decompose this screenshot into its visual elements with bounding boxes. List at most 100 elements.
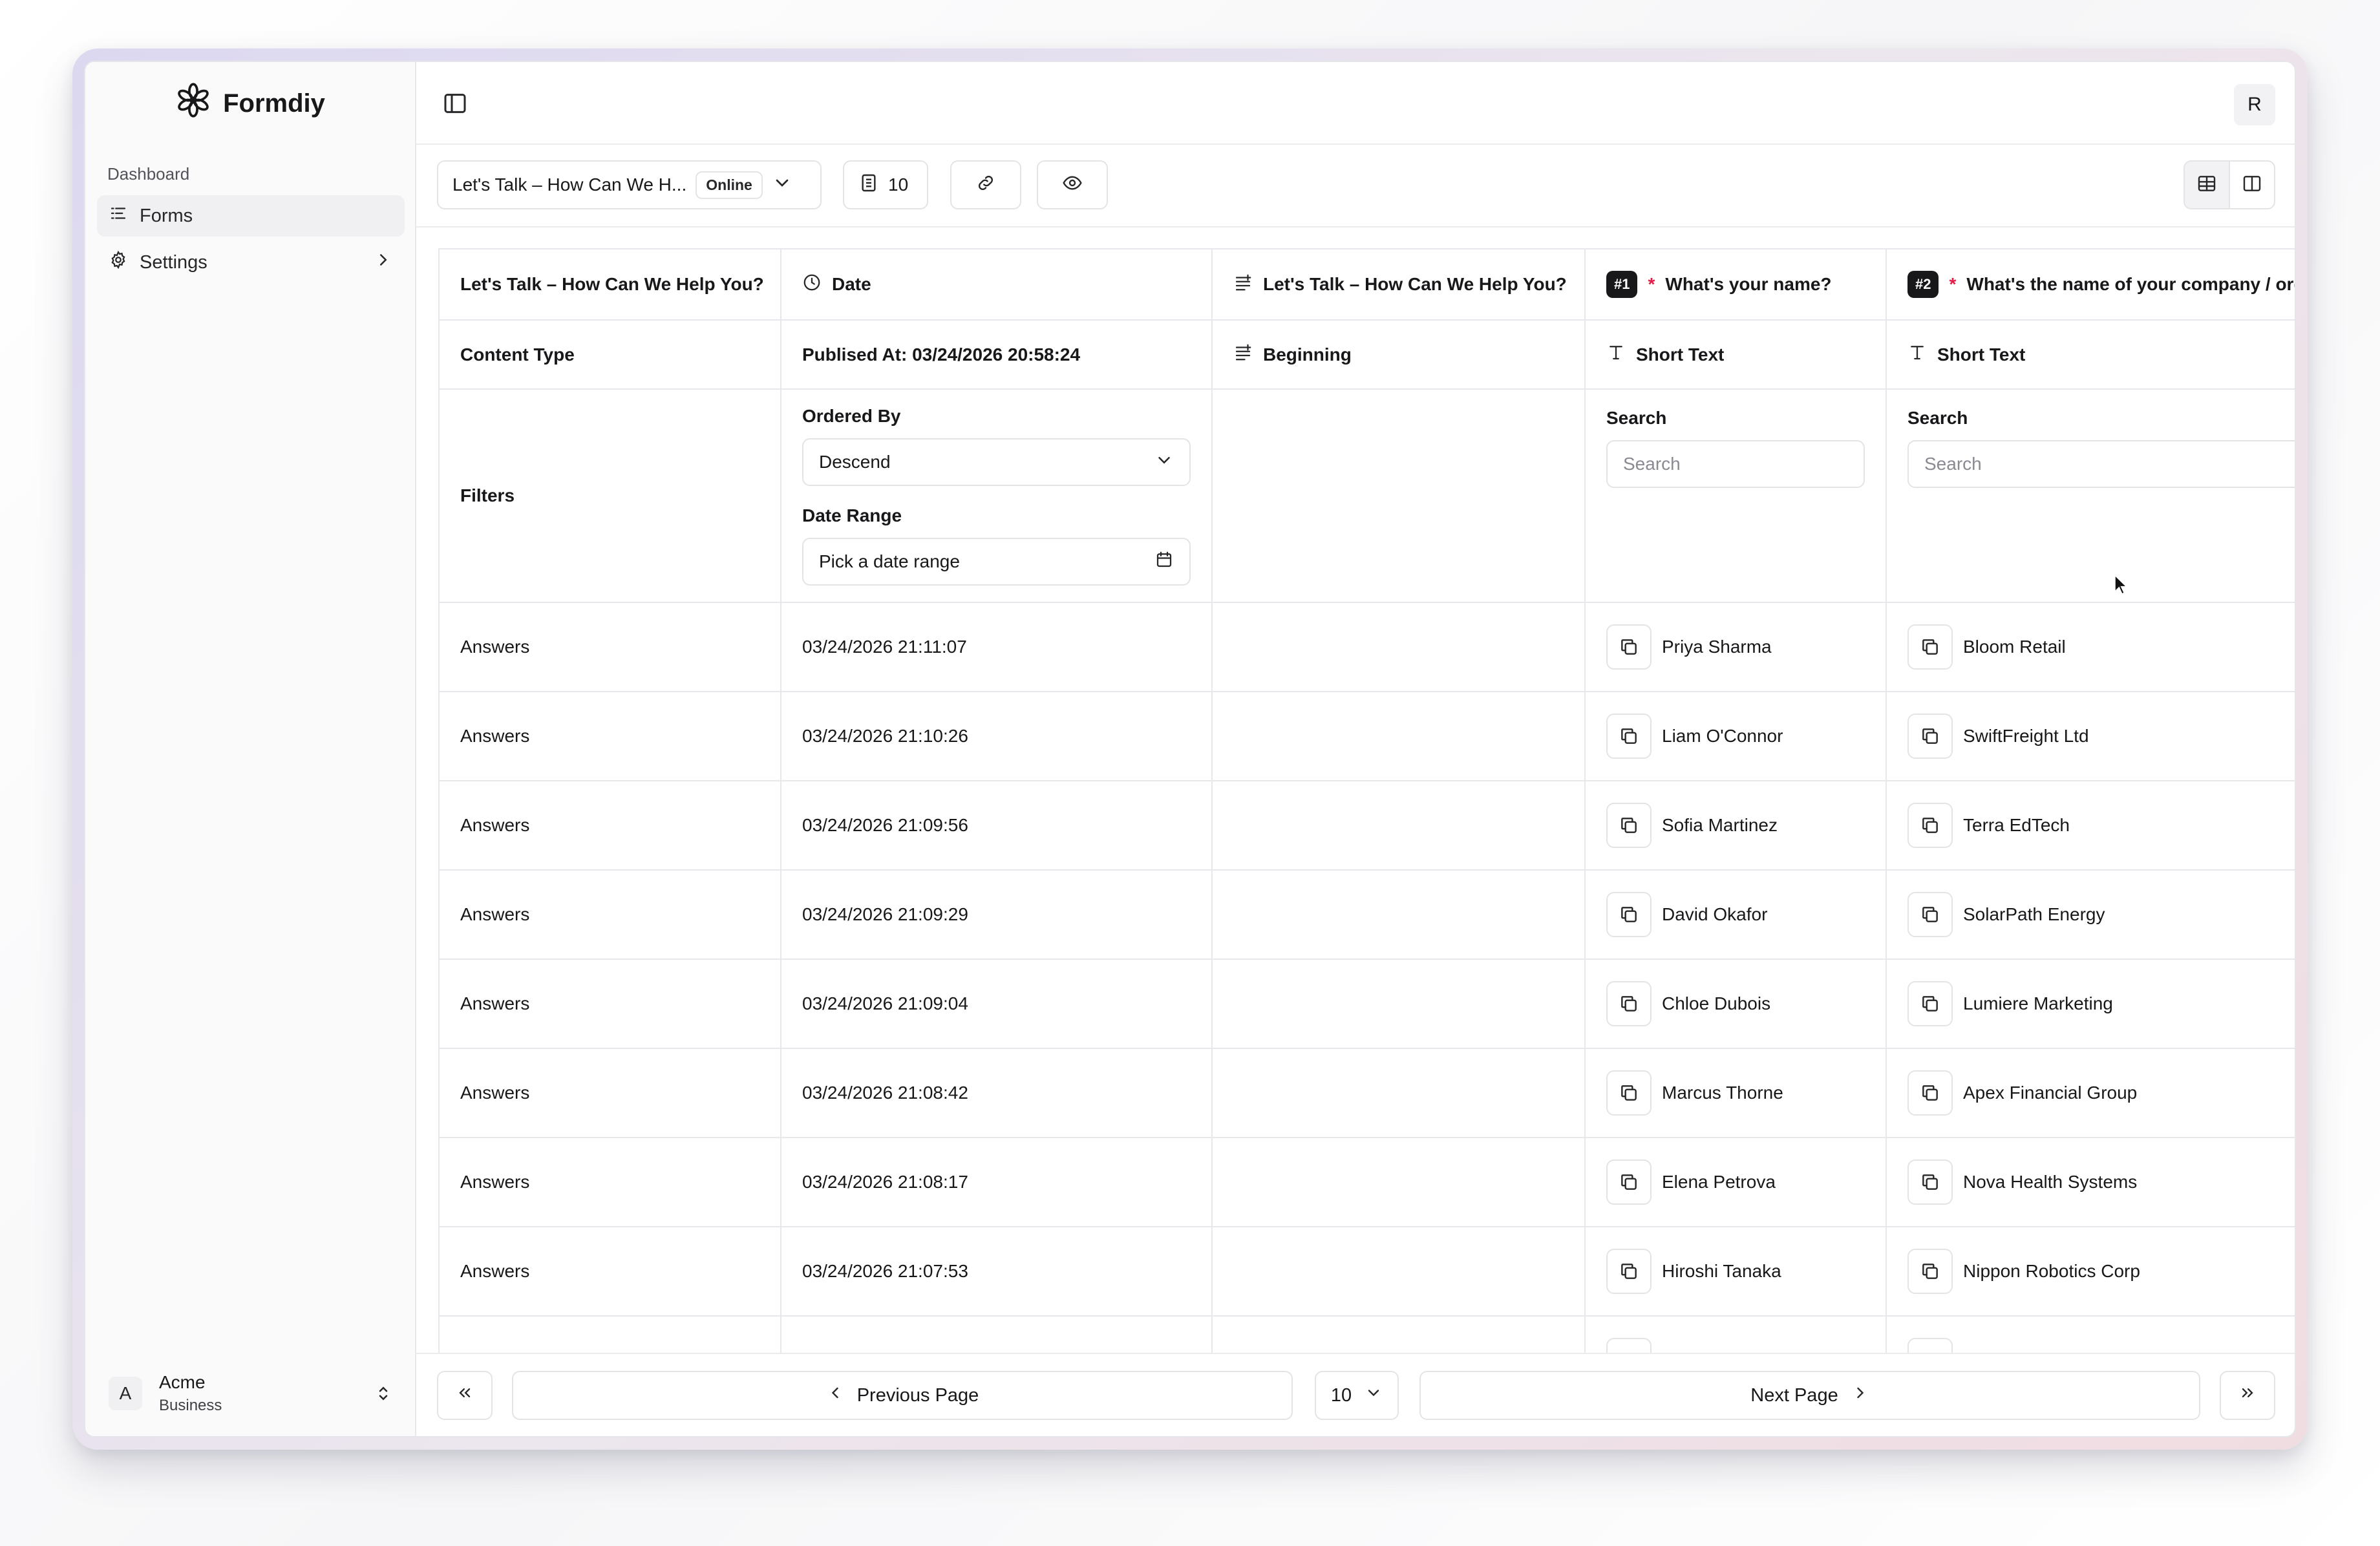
row-type: Answers [438, 1315, 781, 1355]
row-company-cell: Greenleaf Logistics [1886, 1315, 2295, 1355]
copy-button[interactable] [1907, 892, 1953, 937]
table-row[interactable]: Answers 03/24/2026 21:09:04 Chloe Dubois… [438, 958, 2295, 1049]
copy-icon [1621, 639, 1637, 655]
row-name-cell: Marcus Thorne [1584, 1048, 1887, 1138]
table-row[interactable]: Answers 03/24/2026 21:08:42 Marcus Thorn… [438, 1048, 2295, 1138]
table-row[interactable]: Answers 03/24/2026 21:07:53 Hiroshi Tana… [438, 1226, 2295, 1317]
answer-text: David Okafor [1662, 904, 1768, 924]
chevron-right-icon [374, 250, 393, 275]
order-select[interactable]: Descend [802, 438, 1191, 486]
copy-icon [1621, 728, 1637, 744]
copy-button[interactable] [1606, 714, 1652, 759]
user-avatar[interactable]: R [2234, 84, 2275, 125]
sidebar-item-forms[interactable]: Forms [97, 195, 405, 237]
answer-text: Elena Petrova [1662, 1172, 1776, 1192]
form-selector[interactable]: Let's Talk – How Can We H... Online [437, 160, 822, 209]
copy-button[interactable] [1907, 714, 1953, 759]
copy-button[interactable] [1606, 981, 1652, 1026]
company-search-input[interactable]: Search [1907, 440, 2295, 488]
row-empty-cell [1211, 958, 1586, 1049]
row-type: Answers [438, 780, 781, 871]
copy-button[interactable] [1606, 803, 1652, 848]
sidebar-item-settings[interactable]: Settings [97, 242, 405, 283]
calendar-icon [1154, 550, 1174, 574]
copy-button[interactable] [1907, 803, 1953, 848]
table-row[interactable]: Answers 03/24/2026 21:09:29 David Okafor… [438, 869, 2295, 960]
previous-page-button[interactable]: Previous Page [512, 1371, 1293, 1420]
preview-button[interactable] [1037, 160, 1108, 209]
copy-link-button[interactable] [950, 160, 1021, 209]
row-date: 03/24/2026 21:09:56 [780, 780, 1213, 871]
chevrons-up-down-icon [374, 1384, 393, 1403]
row-name-cell: Liam O'Connor [1584, 691, 1887, 781]
content-type-cell: Short Text [1886, 319, 2295, 390]
chevron-left-icon [826, 1384, 844, 1407]
table-row[interactable]: Answers 03/24/2026 21:08:17 Elena Petrov… [438, 1137, 2295, 1227]
header-cell-date: Date [780, 248, 1213, 321]
header-cell: Let's Talk – How Can We Help You? [438, 248, 781, 321]
copy-button[interactable] [1907, 1070, 1953, 1116]
answer-text: Liam O'Connor [1662, 726, 1783, 746]
answer-text: SolarPath Energy [1963, 904, 2105, 924]
table-header-row: Let's Talk – How Can We Help You? Date L… [438, 248, 2295, 321]
table-row[interactable]: Answers 03/24/2026 21:09:56 Sofia Martin… [438, 780, 2295, 871]
pagination-bar: Previous Page 10 Next Page [416, 1353, 2295, 1436]
last-page-button[interactable] [2220, 1371, 2275, 1420]
first-page-button[interactable] [437, 1371, 493, 1420]
row-empty-cell [1211, 1315, 1586, 1355]
copy-button[interactable] [1606, 1249, 1652, 1294]
page-size-select[interactable]: 10 [1315, 1371, 1399, 1420]
copy-icon [1621, 996, 1637, 1011]
form-name: Let's Talk – How Can We H... [452, 175, 687, 195]
chevron-right-icon [1851, 1384, 1869, 1407]
row-company-cell: SolarPath Energy [1886, 869, 2295, 960]
view-toggle [2183, 160, 2275, 209]
copy-button[interactable] [1907, 1249, 1953, 1294]
copy-icon [1922, 996, 1938, 1011]
answer-text: Chloe Dubois [1662, 993, 1771, 1013]
responses-count-button[interactable]: 10 [843, 160, 928, 209]
row-company-cell: Nova Health Systems [1886, 1137, 2295, 1227]
organization-switcher[interactable]: A Acme Business [97, 1361, 405, 1426]
table-row[interactable]: Answers 03/24/2026 21:10:26 Liam O'Conno… [438, 691, 2295, 781]
row-company-cell: Lumiere Marketing [1886, 958, 2295, 1049]
content-type-cell: Beginning [1211, 319, 1586, 390]
answer-text: Nippon Robotics Corp [1963, 1261, 2140, 1281]
sidebar-toggle-icon[interactable] [442, 90, 468, 116]
clock-icon [802, 273, 822, 297]
copy-button[interactable] [1606, 1070, 1652, 1116]
text-align-icon [1233, 273, 1253, 297]
gear-icon [109, 250, 128, 275]
answer-text: Bloom Retail [1963, 637, 2066, 657]
table-row[interactable]: Answers 03/24/2026 21:07:30 Sarah Jenkin… [438, 1315, 2295, 1355]
responses-count: 10 [888, 175, 909, 195]
row-type: Answers [438, 869, 781, 960]
answer-text: Priya Sharma [1662, 637, 1772, 657]
row-empty-cell [1211, 1137, 1586, 1227]
org-plan: Business [159, 1397, 222, 1414]
copy-button[interactable] [1606, 624, 1652, 670]
copy-icon [1922, 728, 1938, 744]
next-page-button[interactable]: Next Page [1419, 1371, 2200, 1420]
date-range-placeholder: Pick a date range [819, 551, 960, 571]
copy-button[interactable] [1907, 981, 1953, 1026]
content-type-label: Beginning [1263, 344, 1352, 365]
split-view-button[interactable] [2230, 162, 2274, 208]
eye-icon [1062, 173, 1083, 198]
date-range-picker[interactable]: Pick a date range [802, 538, 1191, 586]
copy-button[interactable] [1907, 624, 1953, 670]
copy-button[interactable] [1606, 1160, 1652, 1205]
copy-button[interactable] [1907, 1160, 1953, 1205]
sidebar-item-label: Forms [140, 205, 193, 226]
row-type: Answers [438, 1226, 781, 1317]
name-search-input[interactable]: Search [1606, 440, 1865, 488]
table-view-button[interactable] [2185, 162, 2230, 208]
copy-icon [1621, 818, 1637, 833]
brand[interactable]: Formdiy [85, 62, 415, 145]
company-filter-cell: Search Search [1886, 388, 2295, 603]
copy-button[interactable] [1606, 892, 1652, 937]
responses-table-container[interactable]: Let's Talk – How Can We Help You? Date L… [438, 248, 2295, 1355]
row-company-cell: Apex Financial Group [1886, 1048, 2295, 1138]
table-row[interactable]: Answers 03/24/2026 21:11:07 Priya Sharma… [438, 602, 2295, 692]
content-type-label: Short Text [1937, 344, 2026, 365]
